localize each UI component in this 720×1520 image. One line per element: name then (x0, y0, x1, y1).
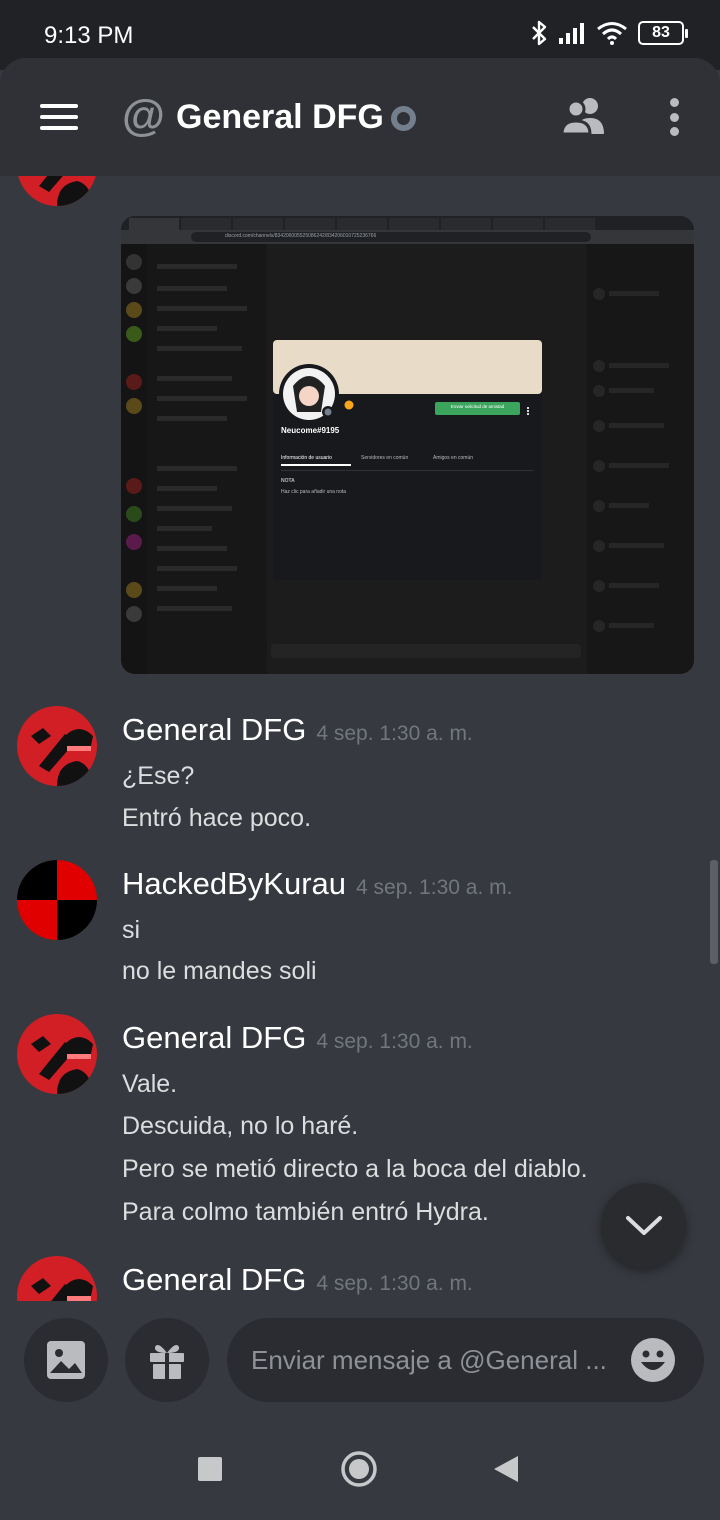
attachment-image (121, 216, 694, 674)
system-nav-bar (0, 1421, 720, 1520)
message-timestamp: 4 sep. 1:30 a. m. (316, 1272, 473, 1295)
chevron-down-icon (625, 1215, 662, 1235)
message-text: Pero se metió directo a la boca del diab… (122, 1155, 588, 1183)
attachment-add-friend: Enviar solicitud de amistad (450, 404, 505, 409)
gift-button[interactable] (125, 1318, 209, 1402)
attachment-note-heading: NOTA (281, 478, 295, 484)
battery-icon: 83 (638, 21, 688, 45)
attach-image-button[interactable] (24, 1318, 108, 1402)
signal-icon (559, 23, 584, 44)
message-timestamp: 4 sep. 1:30 a. m. (356, 876, 513, 899)
recents-square-icon[interactable] (197, 1456, 223, 1482)
avatar[interactable] (17, 1014, 97, 1094)
emoji-icon (641, 1350, 665, 1370)
message-text: si (122, 916, 141, 944)
message-list[interactable]: Neucome#9195 Enviar solicitud de amistad… (0, 176, 720, 1301)
message-input-wrapper (227, 1318, 704, 1402)
message-author[interactable]: General DFG 4 sep. 1:30 a. m. (122, 1020, 473, 1056)
message-timestamp: 4 sep. 1:30 a. m. (316, 722, 473, 745)
attachment-url: discord.com/channels/834206005525086242/… (225, 233, 377, 239)
wifi-icon (597, 22, 627, 45)
image-icon (47, 1341, 85, 1379)
message-composer (0, 1301, 720, 1421)
attachment-tab-1: Información de usuario (281, 455, 332, 461)
channel-header: @ General DFG (0, 58, 720, 176)
avatar[interactable] (17, 1256, 97, 1301)
message-text: Entró hace poco. (122, 804, 312, 832)
message-text: ¿Ese? (122, 762, 195, 790)
jump-to-bottom-button[interactable] (601, 1183, 686, 1268)
attachment-tab-2: Servidores en común (361, 455, 409, 461)
message-text: no le mandes soli (122, 957, 317, 985)
message-text: Para colmo también entró Hydra. (122, 1198, 489, 1226)
status-time: 9:13 PM (44, 22, 134, 49)
gift-icon (150, 1345, 184, 1379)
bluetooth-icon (532, 20, 547, 46)
friends-icon[interactable] (560, 96, 608, 136)
message-input[interactable] (251, 1318, 621, 1402)
avatar[interactable] (17, 706, 97, 786)
attachment-username: Neucome#9195 (281, 426, 340, 435)
message-author[interactable]: General DFG 4 sep. 1:30 a. m. (122, 712, 473, 748)
message-timestamp: 4 sep. 1:30 a. m. (316, 1030, 473, 1053)
image-attachment[interactable]: Neucome#9195 Enviar solicitud de amistad… (121, 216, 694, 674)
attachment-note-placeholder: Haz clic para añadir una nota (281, 489, 347, 495)
presence-offline-icon (391, 106, 416, 131)
back-triangle-icon[interactable] (492, 1454, 520, 1484)
menu-icon[interactable] (40, 104, 78, 130)
home-circle-icon[interactable] (340, 1450, 378, 1488)
avatar[interactable] (17, 860, 97, 940)
status-icons: 83 (530, 20, 688, 46)
at-icon: @ (122, 91, 165, 140)
avatar[interactable] (17, 176, 97, 206)
emoji-button[interactable] (631, 1338, 675, 1382)
message-text: Descuida, no lo haré. (122, 1112, 359, 1140)
message-author[interactable]: General DFG 4 sep. 1:30 a. m. (122, 1262, 473, 1298)
attachment-tab-3: Amigos en común (433, 455, 474, 461)
page-title: General DFG (176, 98, 384, 136)
scrollbar[interactable] (710, 860, 718, 964)
message-text: Vale. (122, 1070, 178, 1098)
more-vertical-icon[interactable] (668, 98, 680, 136)
message-author[interactable]: HackedByKurau 4 sep. 1:30 a. m. (122, 866, 512, 902)
